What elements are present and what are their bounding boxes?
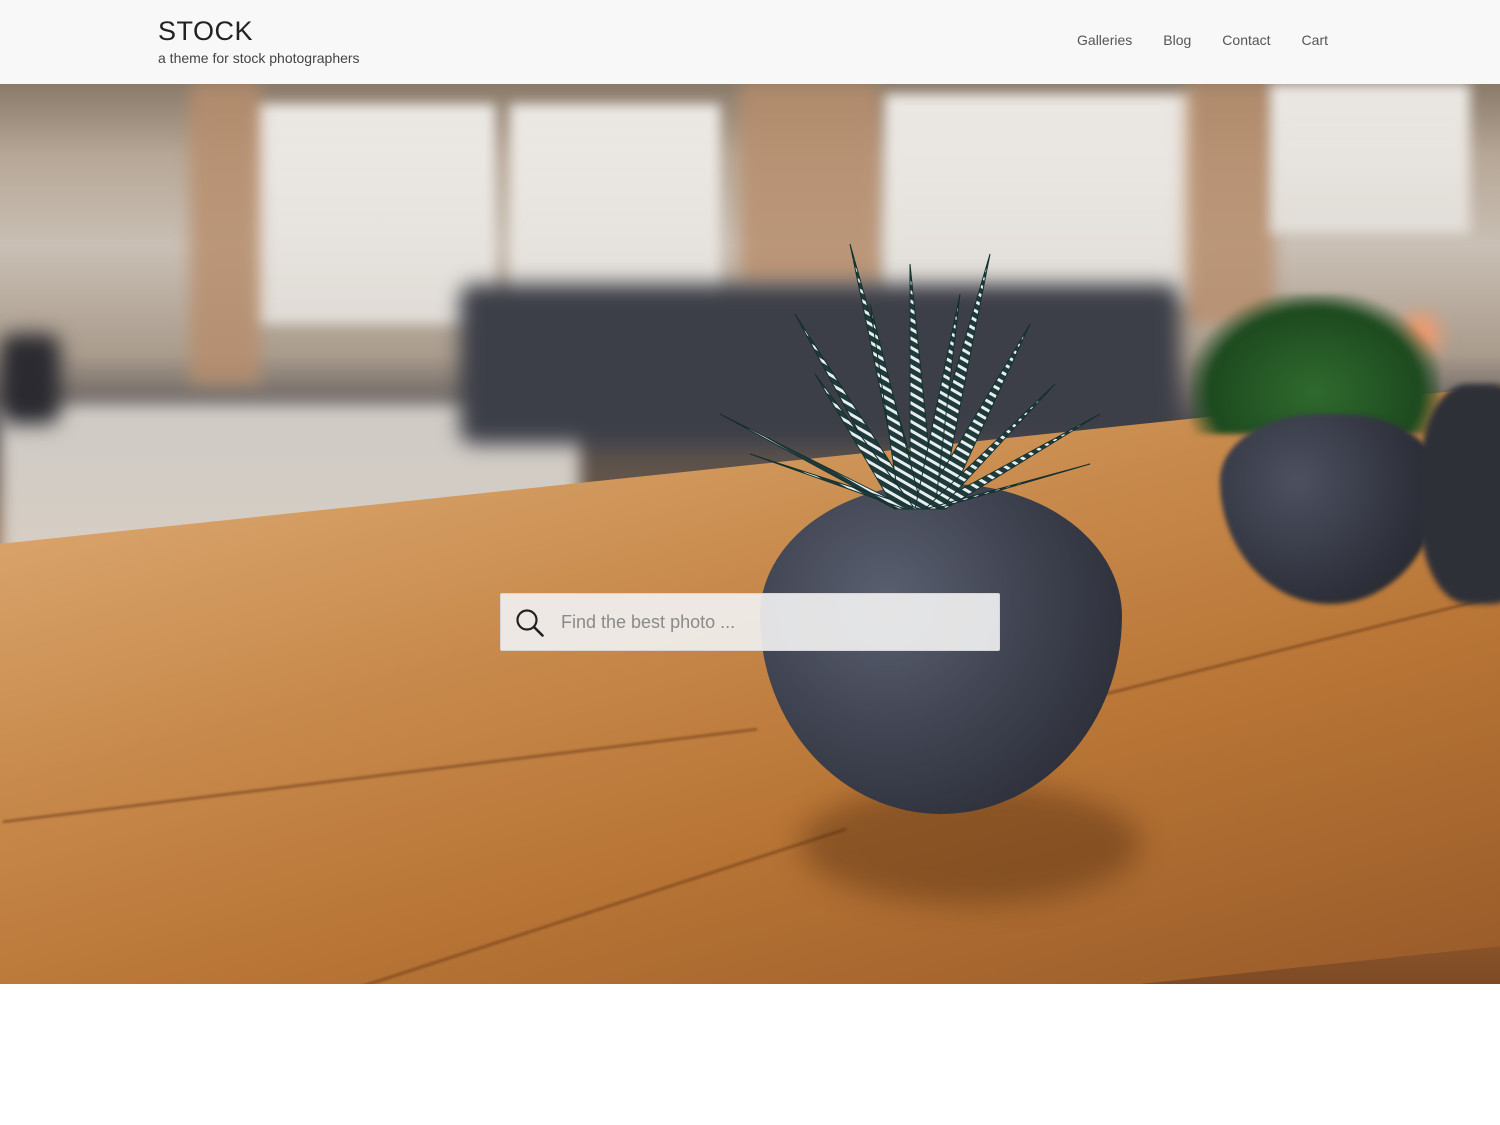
photo-search-input[interactable] [561, 594, 991, 650]
succulent-plant [719, 243, 1101, 510]
site-tagline: a theme for stock photographers [158, 50, 360, 66]
photo-search-box[interactable] [500, 593, 1000, 651]
site-title-link[interactable]: STOCK [158, 16, 360, 46]
hero-section [0, 84, 1500, 984]
site-branding: STOCK a theme for stock photographers [158, 16, 360, 67]
search-icon[interactable] [515, 608, 545, 638]
nav-item-blog[interactable]: Blog [1163, 30, 1191, 50]
site-header: STOCK a theme for stock photographers Ga… [0, 0, 1500, 84]
nav-item-galleries[interactable]: Galleries [1077, 30, 1132, 50]
nav-item-cart[interactable]: Cart [1302, 30, 1328, 50]
nav-item-contact[interactable]: Contact [1222, 30, 1270, 50]
page-content [0, 984, 1500, 1125]
main-nav: Galleries Blog Contact Cart [1077, 30, 1328, 50]
